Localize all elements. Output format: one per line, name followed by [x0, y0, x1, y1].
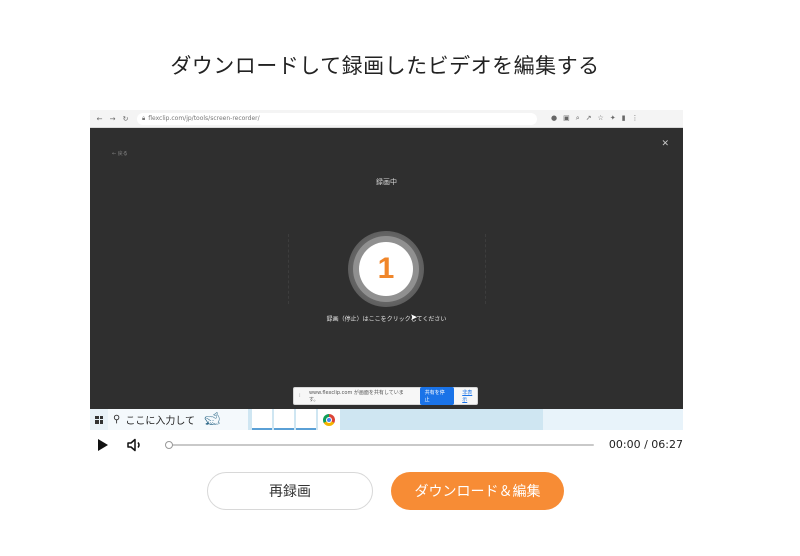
search-icon: ⚲ — [113, 414, 121, 425]
bookmark-star-icon: ☆ — [597, 114, 604, 122]
browser-url-text: flexclip.com/jp/tools/screen-recorder/ — [148, 115, 260, 122]
seek-handle[interactable] — [165, 441, 173, 449]
share-notice-text: www.flexclip.com が画面を共有しています。 — [308, 390, 404, 403]
close-icon: ✕ — [661, 139, 669, 149]
whale-icon: 🐋︎ — [204, 412, 221, 427]
taskbar-app — [252, 409, 272, 430]
speaker-icon — [127, 438, 140, 452]
mouse-cursor-icon: ➤ — [410, 313, 418, 323]
page-title: ダウンロードして録画したビデオを編集する — [170, 54, 600, 78]
taskbar-app — [296, 409, 316, 430]
browser-url-bar: 🔒︎ flexclip.com/jp/tools/screen-recorder… — [137, 112, 537, 125]
player-controls: 00:00 / 06:27 — [90, 432, 683, 458]
countdown-number: 1 — [359, 242, 413, 296]
microphone-icon: ● — [551, 114, 558, 122]
play-button[interactable] — [98, 439, 108, 451]
video-top-strip — [90, 97, 683, 110]
chrome-icon — [318, 409, 340, 430]
zoom-icon: ⌕ — [575, 114, 580, 122]
time-display: 00:00 / 06:27 — [608, 438, 683, 451]
reload-icon: ↻ — [122, 114, 129, 123]
windows-taskbar: ⚲ ここに入力して 🐋︎ — [90, 409, 683, 430]
seek-bar[interactable] — [165, 441, 594, 449]
stop-recording-hint: 録画（停止）はここをクリックしてください — [326, 316, 447, 323]
taskbar-search-text: ここに入力して — [125, 416, 196, 427]
cast-icon: ▣ — [563, 114, 570, 122]
video-preview[interactable]: ← → ↻ 🔒︎ flexclip.com/jp/tools/screen-re… — [90, 97, 683, 430]
back-link: ← 戻る — [112, 151, 128, 157]
recording-label: 録画中 — [376, 178, 397, 186]
screen-share-notification: ⁞ www.flexclip.com が画面を共有しています。 共有を停止 非表… — [293, 387, 478, 405]
stop-sharing-button: 共有を停止 — [419, 387, 455, 405]
back-arrow-icon: ← — [96, 114, 103, 123]
taskbar-app — [274, 409, 294, 430]
share-icon: ↗ — [585, 114, 592, 122]
sidebar-icon: ▮ — [621, 114, 626, 122]
lock-icon: 🔒︎ — [142, 114, 146, 122]
menu-dots-icon: ⋮ — [631, 114, 639, 122]
download-edit-button[interactable]: ダウンロード＆編集 — [391, 472, 564, 510]
volume-button[interactable] — [127, 437, 143, 452]
browser-toolbar: ← → ↻ 🔒︎ flexclip.com/jp/tools/screen-re… — [90, 110, 683, 128]
forward-arrow-icon: → — [109, 114, 116, 123]
taskbar-search: ⚲ ここに入力して 🐋︎ — [108, 409, 248, 430]
hide-link: 非表示 — [462, 390, 473, 403]
extensions-icon: ✦ — [609, 114, 616, 122]
windows-start-icon — [90, 409, 108, 430]
rerecord-button[interactable]: 再録画 — [207, 472, 373, 510]
drag-grip-icon: ⁞ — [299, 393, 301, 399]
